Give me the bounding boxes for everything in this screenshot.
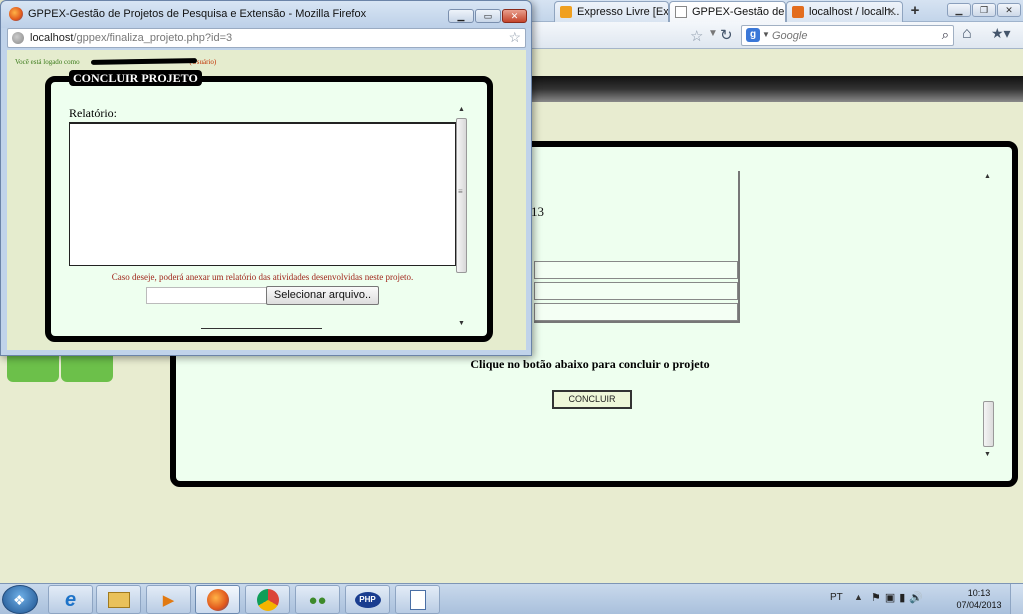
taskbar: ❖ e ▶ ●● PHP PT ▲ ⚑▣▮🔊 10:13 07/04/2013 <box>0 583 1023 614</box>
messenger-icon: ●● <box>308 591 327 609</box>
language-indicator[interactable]: PT <box>830 592 843 603</box>
expresso-icon <box>560 6 572 18</box>
table-row <box>534 282 738 300</box>
tab-localhost[interactable]: localhost / localh... ✕ <box>786 1 903 22</box>
table-border <box>534 321 740 323</box>
minimize-button[interactable]: ▁ <box>448 9 474 23</box>
popup-content: Você está logado como (Usuário) Relatóri… <box>7 50 526 350</box>
close-tab-icon[interactable]: ✕ <box>887 5 896 18</box>
search-icon[interactable]: ⌕ <box>942 27 949 43</box>
bookmark-star-icon[interactable]: ☆ <box>508 29 521 46</box>
logged-prefix: Você está logado como <box>15 58 82 66</box>
clock-time: 10:13 <box>967 588 991 598</box>
navigation-toolbar: ☆ ▼ ↻ g ▼ ⌕ ⌂ ★▾ <box>530 22 1023 49</box>
url-host: localhost <box>30 32 74 44</box>
clock-date: 07/04/2013 <box>956 600 1002 610</box>
signal-icon[interactable]: ▮ <box>899 592 909 604</box>
close-window-button[interactable]: ✕ <box>997 3 1021 17</box>
explorer-icon <box>107 592 130 609</box>
network-device-icon[interactable]: ▣ <box>885 592 899 604</box>
document-icon <box>409 590 426 611</box>
scroll-down-icon[interactable]: ▼ <box>458 320 465 327</box>
taskbar-messenger[interactable]: ●● <box>295 585 340 614</box>
taskbar-php[interactable]: PHP <box>345 585 390 614</box>
clock[interactable]: 10:13 07/04/2013 <box>952 587 1006 611</box>
attachment-hint: Caso deseje, poderá anexar um relatório … <box>111 272 414 282</box>
dropdown-arrow-icon[interactable]: ▼ <box>708 28 718 39</box>
engine-dropdown-icon[interactable]: ▼ <box>762 30 770 39</box>
site-identity-icon[interactable] <box>12 32 24 44</box>
windows-logo-icon: ❖ <box>13 592 26 608</box>
scroll-up-icon[interactable]: ▲ <box>984 173 991 180</box>
reload-icon[interactable]: ↻ <box>720 26 733 44</box>
relatorio-textarea[interactable] <box>69 122 456 266</box>
taskbar-document[interactable] <box>395 585 440 614</box>
instruction-text: Clique no botão abaixo para concluir o p… <box>470 357 710 371</box>
taskbar-firefox[interactable] <box>195 585 240 614</box>
scroll-down-icon[interactable]: ▼ <box>984 451 991 458</box>
url-path: /gppex/finaliza_projeto.php?id=3 <box>73 32 233 44</box>
tab-gppex[interactable]: GPPEX-Gestão de ... <box>669 1 786 22</box>
chrome-icon <box>256 589 279 612</box>
concluir-frame: Relatório: Caso deseje, poderá anexar um… <box>45 76 493 342</box>
tray-icons: ⚑▣▮🔊 <box>871 591 927 604</box>
site-header-bar <box>530 76 1023 102</box>
search-box[interactable]: g ▼ ⌕ <box>741 25 954 46</box>
php-icon: PHP <box>354 592 381 609</box>
bookmarks-menu-icon[interactable]: ★▾ <box>991 25 1011 42</box>
volume-icon[interactable]: 🔊 <box>909 592 927 604</box>
url-text: localhost/gppex/finaliza_projeto.php?id=… <box>30 32 232 44</box>
taskbar-explorer[interactable] <box>96 585 141 614</box>
tab-expresso[interactable]: Expresso Livre [Ex... <box>554 1 669 22</box>
taskbar-chrome[interactable] <box>245 585 290 614</box>
ie-icon: e <box>64 588 77 611</box>
flag-icon[interactable]: ⚑ <box>871 592 885 604</box>
tab-strip: Expresso Livre [Ex... GPPEX-Gestão de ..… <box>530 0 1023 22</box>
taskbar-media-player[interactable]: ▶ <box>146 585 191 614</box>
taskbar-ie[interactable]: e <box>48 585 93 614</box>
tab-label: Expresso Livre [Ex... <box>577 6 669 18</box>
firefox-icon <box>9 7 23 21</box>
firefox-icon <box>206 589 229 612</box>
home-icon[interactable]: ⌂ <box>962 25 972 43</box>
popup-title: GPPEX-Gestão de Projetos de Pesquisa e E… <box>28 8 367 20</box>
concluir-button[interactable]: CONCLUIR <box>552 390 632 409</box>
start-button[interactable]: ❖ <box>2 585 38 614</box>
table-border <box>738 171 740 321</box>
show-hidden-icons[interactable]: ▲ <box>854 592 863 602</box>
page-icon <box>675 6 687 18</box>
media-player-icon: ▶ <box>162 591 175 609</box>
divider <box>201 328 322 329</box>
maximize-button[interactable]: ▭ <box>475 9 501 23</box>
file-path-field[interactable] <box>146 287 267 304</box>
frame-title: CONCLUIR PROJETO <box>69 70 202 86</box>
google-icon: g <box>746 28 760 42</box>
minimize-button[interactable]: ▁ <box>947 3 971 17</box>
show-desktop-button[interactable] <box>1010 584 1023 614</box>
partial-value: 13 <box>531 204 544 219</box>
relatorio-label: Relatório: <box>69 106 117 120</box>
popup-title-bar: GPPEX-Gestão de Projetos de Pesquisa e E… <box>1 1 531 28</box>
search-input[interactable] <box>772 28 932 43</box>
new-tab-button[interactable]: + <box>905 2 925 20</box>
table-row <box>534 261 738 279</box>
frame-scrollbar[interactable]: ▲ ≡ ▼ <box>455 106 469 332</box>
tab-label: GPPEX-Gestão de ... <box>692 6 785 18</box>
url-bar[interactable]: localhost/gppex/finaliza_projeto.php?id=… <box>7 28 526 48</box>
panel-scrollbar[interactable]: ▲ ▼ <box>982 169 996 461</box>
scroll-up-icon[interactable]: ▲ <box>458 106 465 113</box>
restore-button[interactable]: ❐ <box>972 3 996 17</box>
scroll-grip-icon: ≡ <box>458 187 463 196</box>
popup-browser-window: GPPEX-Gestão de Projetos de Pesquisa e E… <box>0 0 532 356</box>
scroll-thumb[interactable] <box>983 401 994 447</box>
close-window-button[interactable]: ✕ <box>502 9 527 23</box>
select-file-button[interactable]: Selecionar arquivo.. <box>266 286 379 305</box>
bookmark-star-icon[interactable]: ☆ <box>690 27 703 45</box>
table-row <box>534 303 738 321</box>
phpmyadmin-icon <box>792 6 804 18</box>
